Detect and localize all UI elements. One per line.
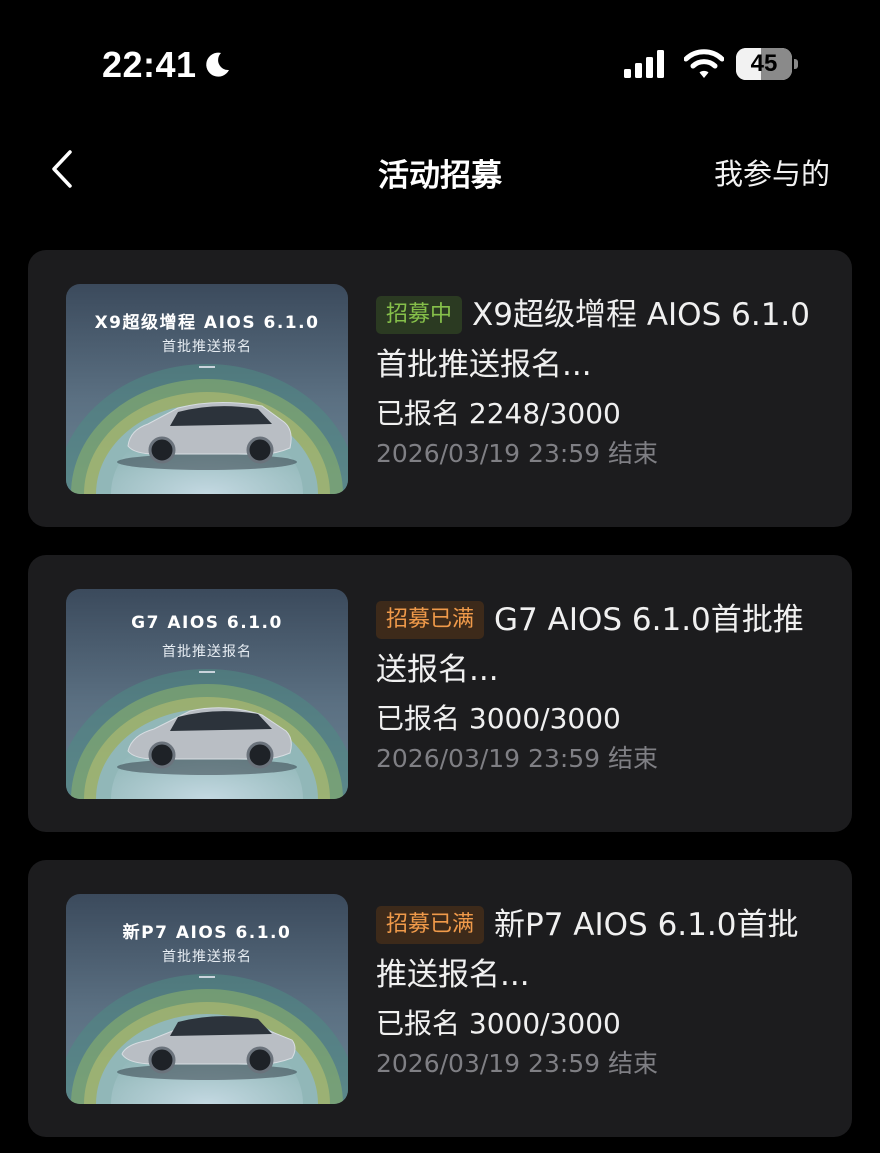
thumbnail-subtitle: 首批推送报名 xyxy=(162,339,252,355)
activity-info: 招募中 X9超级增程 AIOS 6.1.0 首批推送报名... 已报名 2248/… xyxy=(376,290,826,474)
thumbnail-title: X9超级增程 AIOS 6.1.0 xyxy=(94,313,320,333)
thumbnail-subtitle: 首批推送报名 xyxy=(162,644,252,660)
battery-icon: 45 xyxy=(736,48,798,80)
activity-title-cont: 首批推送报名... xyxy=(376,347,592,383)
wifi-icon xyxy=(684,49,724,78)
activity-thumbnail: 新P7 AIOS 6.1.0 首批推送报名 xyxy=(66,894,348,1104)
activity-thumbnail: X9超级增程 AIOS 6.1.0 首批推送报名 xyxy=(66,284,348,494)
activity-title-text: 新P7 AIOS 6.1.0首批 xyxy=(494,907,799,943)
status-badge: 招募已满 xyxy=(376,906,485,944)
thumbnail-title: G7 AIOS 6.1.0 xyxy=(131,613,283,633)
activity-thumbnail: G7 AIOS 6.1.0 首批推送报名 xyxy=(66,589,348,799)
activity-info: 招募已满 新P7 AIOS 6.1.0首批 推送报名... 已报名 3000/30… xyxy=(376,900,826,1084)
activity-title-cont: 送报名... xyxy=(376,652,499,688)
enrollment-count: 已报名 3000/3000 xyxy=(376,702,621,735)
activity-title-text: G7 AIOS 6.1.0首批推 xyxy=(494,602,804,638)
activity-info: 招募已满 G7 AIOS 6.1.0首批推 送报名... 已报名 3000/300… xyxy=(376,595,826,779)
activity-title: 招募已满 新P7 AIOS 6.1.0首批 xyxy=(376,900,826,950)
deadline: 2026/03/19 23:59 结束 xyxy=(376,1049,659,1078)
enrollment-count: 已报名 3000/3000 xyxy=(376,1007,621,1040)
activity-card[interactable]: 新P7 AIOS 6.1.0 首批推送报名 招募已满 新P7 AIOS 6.1.0… xyxy=(28,860,852,1137)
activity-title-text: X9超级增程 AIOS 6.1.0 xyxy=(472,297,810,333)
status-badge: 招募中 xyxy=(376,296,463,334)
thumbnail-subtitle: 首批推送报名 xyxy=(162,949,252,965)
signal-icon xyxy=(624,50,664,78)
deadline: 2026/03/19 23:59 结束 xyxy=(376,439,659,468)
thumbnail-divider xyxy=(199,976,215,978)
activity-card[interactable]: G7 AIOS 6.1.0 首批推送报名 招募已满 G7 AIOS 6.1.0首批… xyxy=(28,555,852,832)
thumbnail-divider xyxy=(199,366,215,368)
activity-title-cont: 推送报名... xyxy=(376,957,530,993)
moon-icon xyxy=(206,52,229,77)
status-badge: 招募已满 xyxy=(376,601,485,639)
my-participation-link[interactable]: 我参与的 xyxy=(714,151,830,193)
status-time: 22:41 xyxy=(102,44,197,85)
activity-card[interactable]: X9超级增程 AIOS 6.1.0 首批推送报名 招募中 X9超级增程 AIOS … xyxy=(28,250,852,527)
thumbnail-divider xyxy=(199,671,215,673)
activity-title: 招募中 X9超级增程 AIOS 6.1.0 xyxy=(376,290,826,340)
deadline: 2026/03/19 23:59 结束 xyxy=(376,744,659,773)
status-bar: 22:41 45 xyxy=(0,0,880,120)
activity-title: 招募已满 G7 AIOS 6.1.0首批推 xyxy=(376,595,826,645)
thumbnail-title: 新P7 AIOS 6.1.0 xyxy=(122,923,292,943)
enrollment-count: 已报名 2248/3000 xyxy=(376,397,621,430)
battery-level: 45 xyxy=(750,50,778,77)
